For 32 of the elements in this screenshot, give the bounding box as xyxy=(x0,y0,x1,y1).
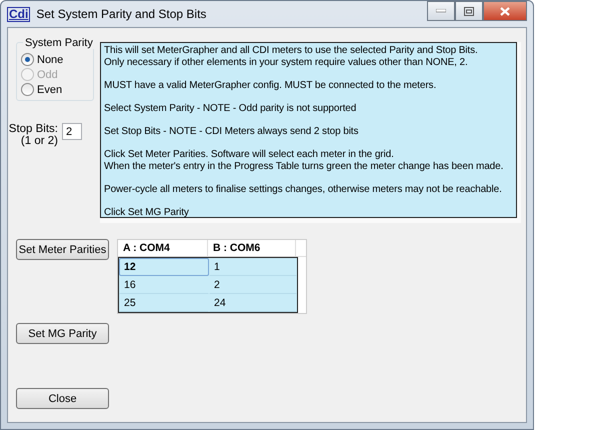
set-meter-parities-button[interactable]: Set Meter Parities xyxy=(16,239,109,260)
stop-bits-label: Stop Bits: xyxy=(8,123,58,135)
close-icon xyxy=(500,6,510,16)
stop-bits-hint: (1 or 2) xyxy=(20,135,58,147)
parity-radio[interactable]: Even xyxy=(21,83,89,96)
stop-bits-input[interactable]: 2 xyxy=(62,123,82,140)
instruction-line: This will set MeterGrapher and all CDI meters to use the selected Parity and Stop Bits. xyxy=(104,45,479,57)
instruction-line: Click Set MG Parity xyxy=(104,207,190,219)
table-cell: 24 xyxy=(209,294,297,312)
set-mg-parity-button[interactable]: Set MG Parity xyxy=(16,323,109,344)
instruction-line: MUST have a valid MeterGrapher config. MUST be connected to the meters. xyxy=(104,80,438,92)
close-dialog-button[interactable]: Close xyxy=(16,388,109,409)
table-cell: 25 xyxy=(119,294,209,312)
app-logo: Cdi xyxy=(7,6,30,22)
instruction-line: Only necessary if other elements in your system require values other than NONE, 2. xyxy=(104,57,469,69)
instruction-line: When the meter's entry in the Progress Table turns green the meter change has been made. xyxy=(104,161,504,173)
table-row[interactable]: 12 1 xyxy=(119,258,297,276)
close-button[interactable] xyxy=(483,1,527,21)
instruction-line: Power-cycle all meters to finalise settings changes, otherwise meters may not be reachable. xyxy=(104,184,503,196)
group-label: System Parity xyxy=(23,37,95,49)
maximize-button[interactable] xyxy=(455,1,483,21)
instruction-line: Click Set Meter Parities. Software will select each meter in the grid. xyxy=(104,149,395,161)
minimize-icon xyxy=(436,9,446,13)
table-row[interactable]: 16 2 xyxy=(119,276,297,294)
window-title: Set System Parity and Stop Bits xyxy=(36,7,208,21)
table-row[interactable]: 25 24 xyxy=(119,294,297,312)
instruction-line: Select System Parity - NOTE - Odd parity is not supported xyxy=(104,103,358,115)
table-cell: 12 xyxy=(119,258,209,276)
minimize-button[interactable] xyxy=(427,1,455,21)
maximize-icon xyxy=(464,6,474,16)
instruction-line: Set Stop Bits - NOTE - CDI Meters always send 2 stop bits xyxy=(104,126,360,138)
parity-radio[interactable]: None xyxy=(21,53,89,66)
